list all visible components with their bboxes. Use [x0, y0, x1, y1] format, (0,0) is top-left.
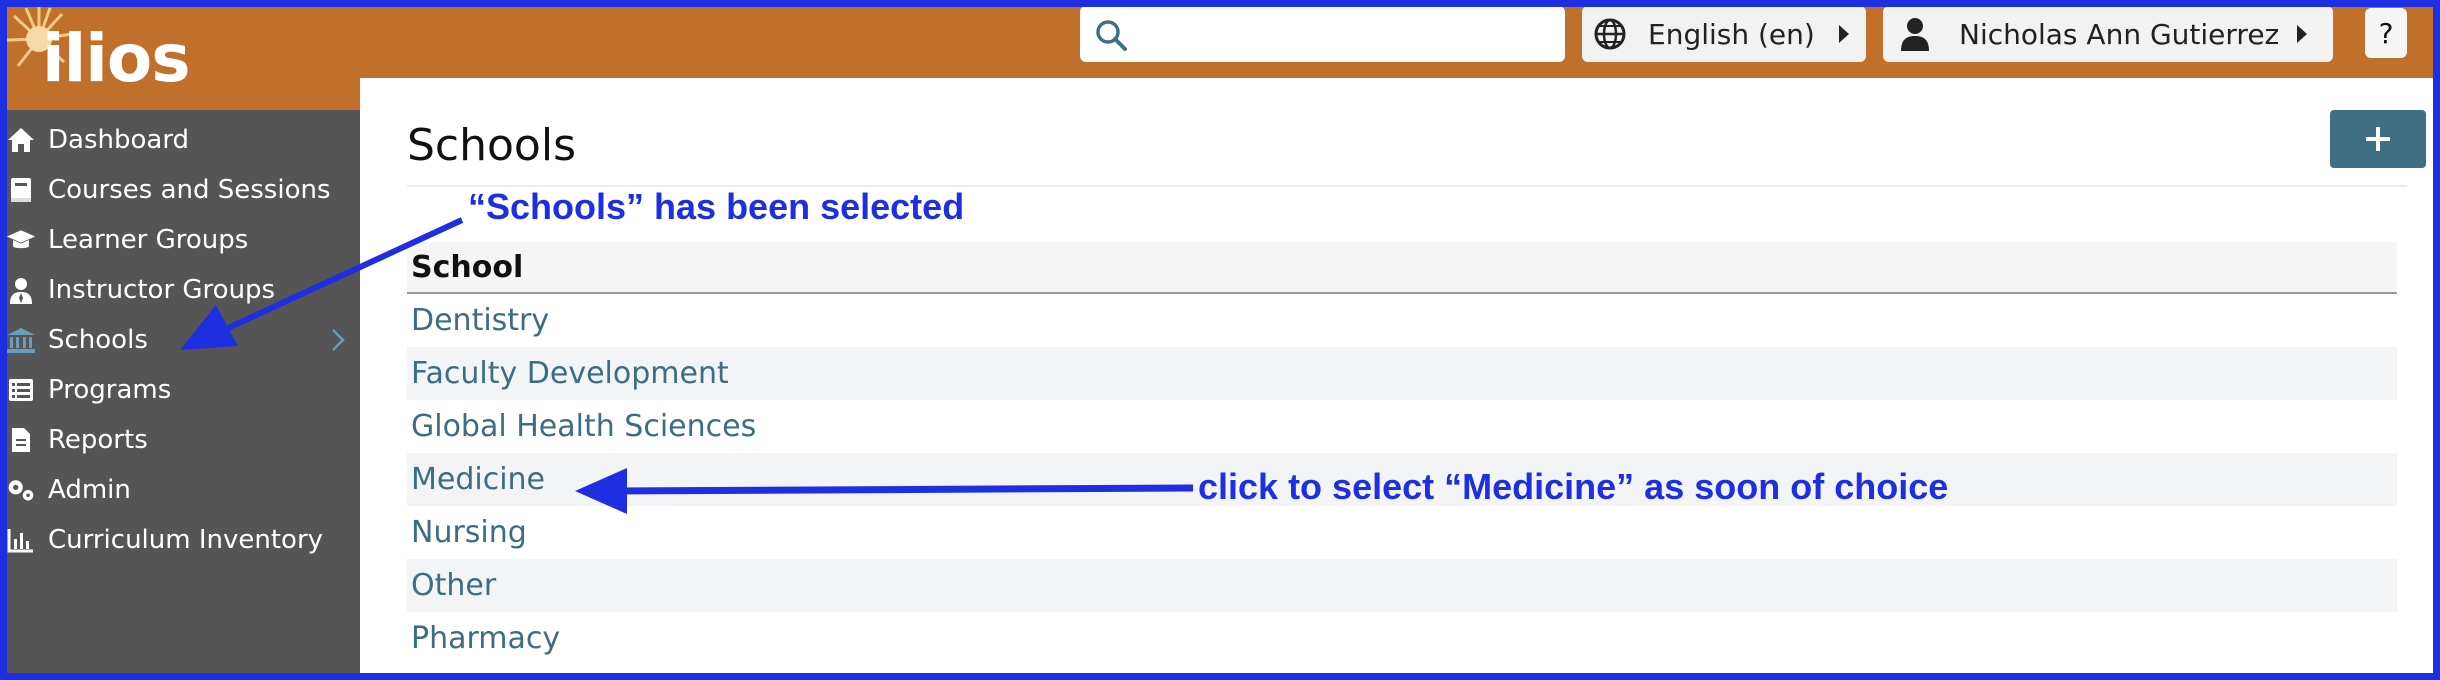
schools-arrow [213, 217, 464, 337]
annotation-medicine-hint: click to select “Medicine” as soon of ch… [1198, 466, 1949, 507]
annotation-schools-selected: “Schools” has been selected [468, 186, 965, 227]
medicine-arrow-head [575, 468, 627, 514]
annotation-arrows [180, 217, 1194, 514]
medicine-arrow [619, 484, 1194, 495]
